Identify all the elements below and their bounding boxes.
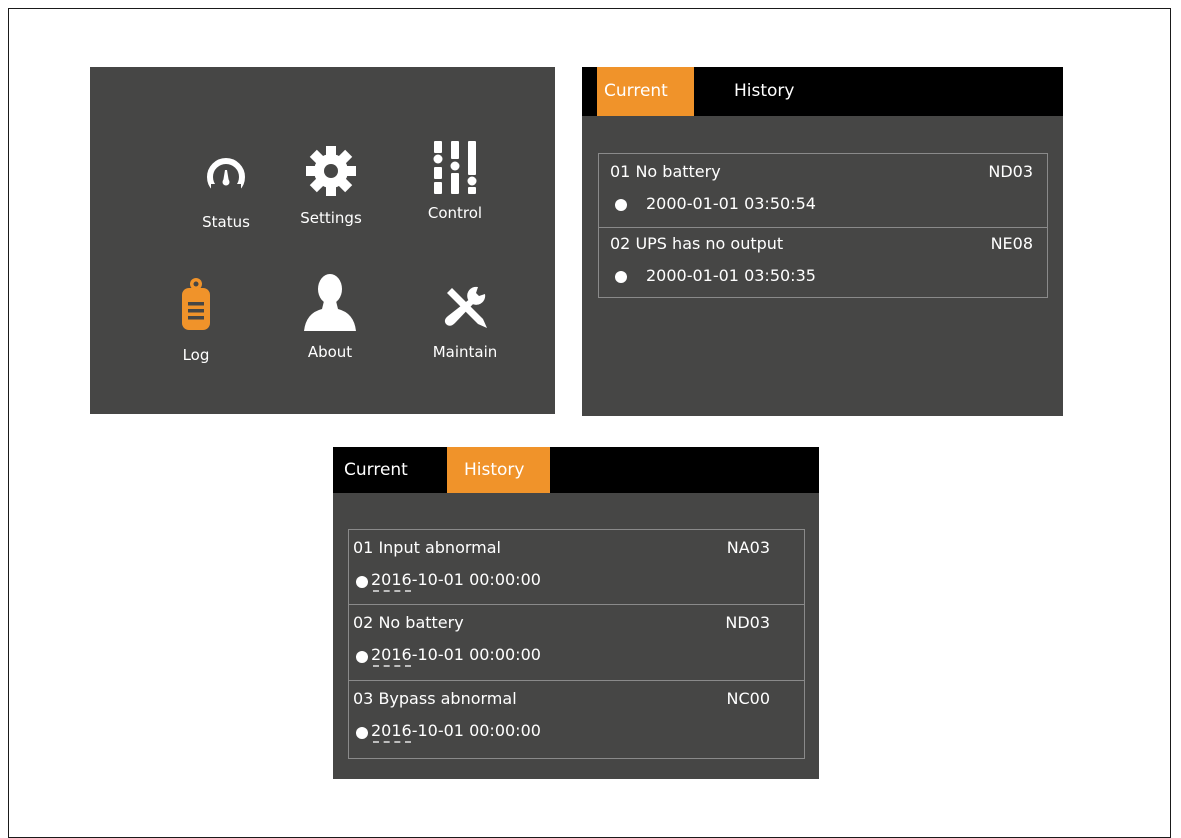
tools-icon <box>444 286 487 328</box>
alarm-row[interactable]: 02 UPS has no output NE08 2000-01-01 03:… <box>599 227 1047 297</box>
status-dot <box>615 199 627 211</box>
alarm-title: 02 No battery <box>353 613 464 632</box>
clipboard-icon <box>182 278 210 330</box>
menu-label-settings: Settings <box>300 209 362 227</box>
year-underline <box>373 741 411 743</box>
history-alarm-screen: Current History 01 Input abnormal NA03 2… <box>333 447 819 779</box>
tab-bar: Current History <box>333 447 819 493</box>
menu-label-control: Control <box>427 204 483 222</box>
alarm-time: 2000-01-01 03:50:35 <box>646 266 816 285</box>
menu-item-control[interactable]: Control <box>400 139 510 222</box>
alarm-time: 2000-01-01 03:50:54 <box>646 194 816 213</box>
year-underline <box>373 665 411 667</box>
menu-item-settings[interactable]: Settings <box>276 143 386 227</box>
alarm-row[interactable]: 01 No battery ND03 2000-01-01 03:50:54 <box>599 154 1047 227</box>
menu-label-log: Log <box>182 346 210 364</box>
current-alarm-screen: Current History 01 No battery ND03 2000-… <box>582 67 1063 416</box>
alarm-row[interactable]: 03 Bypass abnormal NC00 2016-10-01 00:00… <box>349 680 804 758</box>
alarm-row[interactable]: 02 No battery ND03 2016-10-01 00:00:00 <box>349 604 804 680</box>
tab-current[interactable]: Current <box>597 67 694 116</box>
alarm-title: 01 No battery <box>610 162 721 181</box>
menu-item-maintain[interactable]: Maintain <box>410 283 520 361</box>
gear-icon <box>306 146 356 196</box>
alarm-code: ND03 <box>988 162 1033 181</box>
alarm-code: NA03 <box>726 538 770 557</box>
status-dot <box>356 576 368 588</box>
year-underline <box>373 590 411 592</box>
status-dot <box>356 651 368 663</box>
alarm-code: NE08 <box>990 234 1033 253</box>
menu-item-about[interactable]: About <box>275 273 385 361</box>
tab-current[interactable]: Current <box>344 447 408 493</box>
alarm-row[interactable]: 01 Input abnormal NA03 2016-10-01 00:00:… <box>349 530 804 604</box>
alarm-title: 02 UPS has no output <box>610 234 784 253</box>
alarm-time: 2016-10-01 00:00:00 <box>371 570 541 589</box>
alarm-time: 2016-10-01 00:00:00 <box>371 645 541 664</box>
status-dot <box>356 727 368 739</box>
alarm-code: NC00 <box>726 689 771 708</box>
menu-item-status[interactable]: Status <box>171 148 281 231</box>
menu-label-maintain: Maintain <box>432 343 498 361</box>
menu-label-about: About <box>307 343 353 361</box>
main-menu-screen: Status Settings Control Log About Mainta… <box>90 67 555 414</box>
menu-item-log[interactable]: Log <box>141 274 251 364</box>
alarm-title: 03 Bypass abnormal <box>353 689 517 708</box>
tab-bar: Current History <box>582 67 1063 116</box>
tab-history[interactable]: History <box>447 447 550 493</box>
user-icon <box>304 274 356 331</box>
alarm-list: 01 No battery ND03 2000-01-01 03:50:54 0… <box>598 153 1048 298</box>
gauge-icon <box>207 158 245 200</box>
status-dot <box>615 271 627 283</box>
tab-history[interactable]: History <box>734 67 794 116</box>
menu-label-status: Status <box>202 213 250 231</box>
alarm-list: 01 Input abnormal NA03 2016-10-01 00:00:… <box>348 529 805 759</box>
alarm-time: 2016-10-01 00:00:00 <box>371 721 541 740</box>
alarm-code: ND03 <box>725 613 770 632</box>
sliders-icon <box>433 141 477 194</box>
alarm-title: 01 Input abnormal <box>353 538 501 557</box>
